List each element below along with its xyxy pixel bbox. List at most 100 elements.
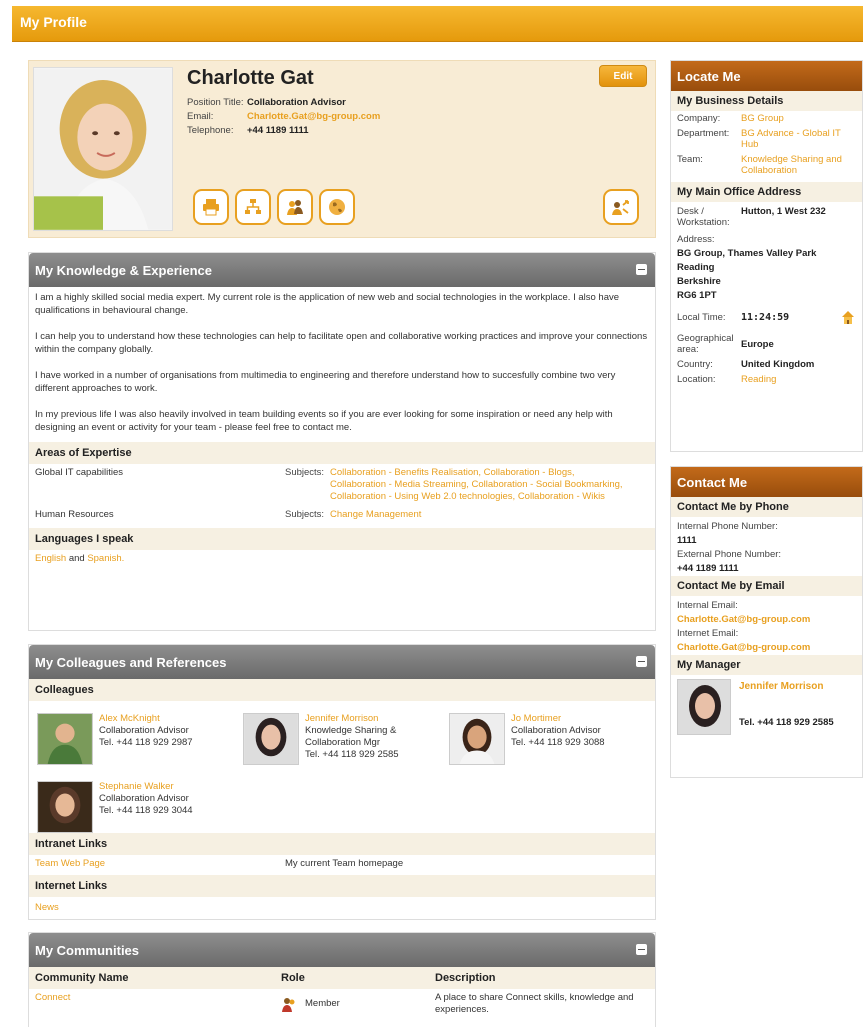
news-link[interactable]: News bbox=[35, 902, 59, 914]
language-english-link[interactable]: English bbox=[35, 553, 66, 565]
locate-title: Locate Me bbox=[671, 61, 862, 91]
internet-subhead: Internet Links bbox=[29, 875, 655, 897]
location-label: Location: bbox=[677, 374, 716, 385]
communities-panel: My Communities Community Name Role Descr… bbox=[28, 932, 656, 1027]
team-web-page-link[interactable]: Team Web Page bbox=[35, 858, 285, 870]
communities-header: My Communities bbox=[29, 933, 655, 967]
subjects-links[interactable]: Change Management bbox=[330, 509, 630, 521]
print-button[interactable] bbox=[193, 189, 229, 225]
email-link[interactable]: Charlotte.Gat@bg-group.com bbox=[247, 110, 380, 124]
external-phone-value: +44 1189 1111 bbox=[677, 563, 739, 574]
house-icon bbox=[842, 311, 854, 324]
knowledge-text: I am a highly skilled social media exper… bbox=[29, 287, 655, 442]
location-link[interactable]: Reading bbox=[741, 374, 856, 385]
colleague-role: Collaboration Advisor bbox=[99, 793, 189, 804]
manager-subhead: My Manager bbox=[671, 655, 862, 675]
company-label: Company: bbox=[677, 113, 721, 124]
internet-email-link[interactable]: Charlotte.Gat@bg-group.com bbox=[671, 641, 862, 655]
colleague-photo bbox=[37, 781, 93, 833]
expertise-row: Human Resources Subjects: Change Managem… bbox=[29, 506, 655, 524]
col-community-name: Community Name bbox=[35, 972, 129, 984]
colleague-name-link[interactable]: Jo Mortimer bbox=[511, 713, 641, 725]
colleague-role: Knowledge Sharing & Collaboration Mgr bbox=[305, 725, 397, 748]
community-description: A place to share Connect skills, knowled… bbox=[435, 992, 634, 1015]
language-spanish-link[interactable]: Spanish. bbox=[87, 553, 124, 565]
community-name-link[interactable]: Connect bbox=[35, 992, 281, 1016]
colleague-tel: Tel. +44 118 929 3044 bbox=[99, 805, 193, 816]
org-chart-button[interactable] bbox=[235, 189, 271, 225]
business-subhead: My Business Details bbox=[671, 91, 862, 111]
languages-subhead: Languages I speak bbox=[29, 528, 655, 550]
position-label: Position Title: bbox=[187, 97, 244, 108]
address-line: RG6 1PT bbox=[677, 290, 717, 301]
people-icon bbox=[287, 200, 303, 215]
printer-icon bbox=[203, 199, 219, 216]
globe-button[interactable] bbox=[319, 189, 355, 225]
local-time-value: 11:24:59 bbox=[741, 311, 790, 323]
subjects-links[interactable]: Collaboration - Benefits Realisation, Co… bbox=[330, 467, 630, 503]
colleague-photo bbox=[243, 713, 299, 765]
local-time-label: Local Time: bbox=[677, 311, 726, 323]
geo-label: Geographical area: bbox=[677, 333, 734, 355]
community-role: Member bbox=[305, 998, 340, 1009]
manager-tel: Tel. +44 118 929 2585 bbox=[739, 717, 834, 728]
manager-card: Jennifer Morrison Tel. +44 118 929 2585 bbox=[671, 675, 862, 739]
internet-email-label: Internet Email: bbox=[677, 628, 739, 639]
languages-row: English and Spanish. bbox=[29, 550, 655, 568]
colleague-name-link[interactable]: Stephanie Walker bbox=[99, 781, 229, 793]
knowledge-header: My Knowledge & Experience bbox=[29, 253, 655, 287]
knowledge-panel: My Knowledge & Experience I am a highly … bbox=[28, 252, 656, 631]
colleague-name-link[interactable]: Jennifer Morrison bbox=[305, 713, 435, 725]
community-row: Connect Member A place to share Connect … bbox=[29, 989, 655, 1019]
knowledge-paragraph: I have worked in a number of organisatio… bbox=[35, 370, 616, 394]
manager-photo bbox=[677, 679, 731, 735]
collapse-icon[interactable] bbox=[636, 944, 647, 955]
knowledge-paragraph: In my previous life I was also heavily i… bbox=[35, 409, 613, 433]
connect-button[interactable] bbox=[603, 189, 639, 225]
position-value: Collaboration Advisor bbox=[247, 97, 346, 108]
collapse-icon[interactable] bbox=[636, 656, 647, 667]
office-subhead: My Main Office Address bbox=[671, 182, 862, 202]
edit-button[interactable]: Edit bbox=[599, 65, 647, 87]
language-and: and bbox=[68, 553, 85, 564]
communities-title: My Communities bbox=[35, 943, 140, 958]
address-line: Berkshire bbox=[677, 276, 721, 287]
collapse-icon[interactable] bbox=[636, 264, 647, 275]
colleague-role: Collaboration Advisor bbox=[511, 725, 601, 736]
people-button[interactable] bbox=[277, 189, 313, 225]
department-label: Department: bbox=[677, 128, 730, 139]
email-subhead: Contact Me by Email bbox=[671, 576, 862, 596]
internal-email-label: Internal Email: bbox=[677, 600, 738, 611]
page-title: My Profile bbox=[20, 14, 87, 30]
colleague-name-link[interactable]: Alex McKnight bbox=[99, 713, 229, 725]
manager-name-link[interactable]: Jennifer Morrison bbox=[739, 681, 856, 692]
address-label: Address: bbox=[677, 234, 715, 245]
phone-subhead: Contact Me by Phone bbox=[671, 497, 862, 517]
intranet-description: My current Team homepage bbox=[285, 858, 404, 869]
external-phone-label: External Phone Number: bbox=[677, 549, 782, 560]
intranet-subhead: Intranet Links bbox=[29, 833, 655, 855]
internal-phone-value: 1111 bbox=[677, 535, 697, 546]
expertise-area: Global IT capabilities bbox=[35, 467, 124, 478]
colleague-card: Jennifer Morrison Knowledge Sharing & Co… bbox=[243, 713, 435, 765]
page-header: My Profile bbox=[12, 6, 863, 42]
colleagues-panel: My Colleagues and References Colleagues … bbox=[28, 644, 656, 920]
profile-photo bbox=[33, 67, 173, 231]
address-line: BG Group, Thames Valley Park bbox=[677, 248, 817, 259]
contact-panel: Contact Me Contact Me by Phone Internal … bbox=[670, 466, 863, 778]
colleagues-title: My Colleagues and References bbox=[35, 655, 227, 670]
internal-email-link[interactable]: Charlotte.Gat@bg-group.com bbox=[671, 613, 862, 627]
country-label: Country: bbox=[677, 359, 713, 370]
department-link[interactable]: BG Advance - Global IT Hub bbox=[741, 128, 856, 150]
company-link[interactable]: BG Group bbox=[741, 113, 856, 124]
subjects-label: Subjects: bbox=[285, 467, 325, 478]
geo-value: Europe bbox=[741, 338, 774, 350]
intranet-row: Team Web Page My current Team homepage bbox=[29, 855, 409, 873]
expertise-row: Global IT capabilities Subjects: Collabo… bbox=[29, 464, 655, 506]
desk-value: Hutton, 1 West 232 bbox=[741, 206, 826, 217]
team-link[interactable]: Knowledge Sharing and Collaboration bbox=[741, 154, 856, 176]
email-label: Email: bbox=[187, 111, 214, 122]
subjects-label: Subjects: bbox=[285, 509, 325, 520]
contact-title: Contact Me bbox=[671, 467, 862, 497]
knowledge-title: My Knowledge & Experience bbox=[35, 263, 212, 278]
